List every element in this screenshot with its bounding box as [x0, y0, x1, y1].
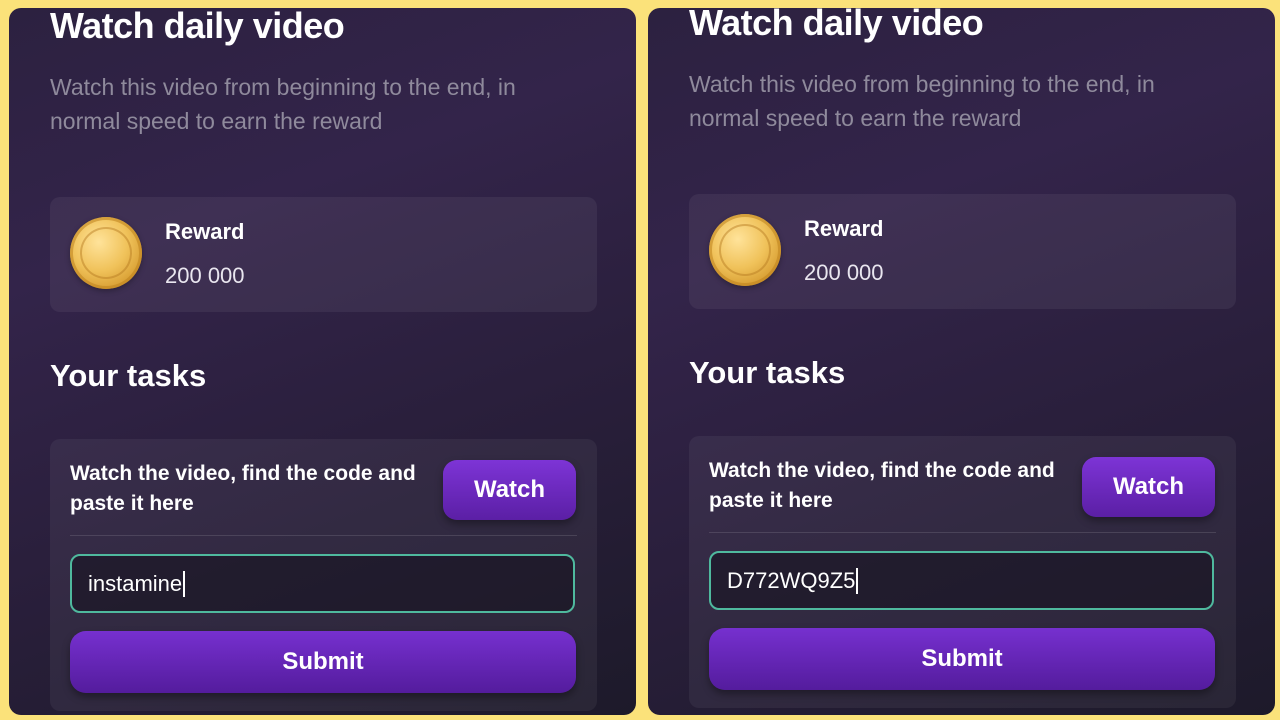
submit-button[interactable]: Submit	[709, 628, 1215, 690]
task-card: Watch the video, find the code and paste…	[50, 439, 597, 711]
text-caret	[856, 567, 859, 594]
gold-coin-icon	[709, 214, 781, 286]
reward-label: Reward	[804, 216, 884, 241]
text-caret	[183, 570, 186, 597]
code-input-value: instamine	[88, 570, 183, 596]
task-panel-right: Watch daily video Watch this video from …	[648, 8, 1275, 715]
divider	[70, 535, 577, 536]
reward-card: Reward 200 000	[50, 197, 597, 312]
reward-amount: 200 000	[165, 263, 245, 288]
page-title: Watch daily video	[689, 8, 984, 43]
task-instruction: Watch the video, find the code and paste…	[709, 459, 1055, 512]
code-input[interactable]: instamine	[70, 554, 575, 613]
code-input[interactable]: D772WQ9Z5	[709, 551, 1214, 610]
reward-amount: 200 000	[804, 260, 884, 285]
code-input-value: D772WQ9Z5	[727, 567, 856, 593]
watch-button[interactable]: Watch	[1082, 457, 1215, 517]
page-description: Watch this video from beginning to the e…	[689, 71, 1155, 131]
reward-label: Reward	[165, 219, 245, 244]
task-instruction: Watch the video, find the code and paste…	[70, 462, 416, 515]
page-description: Watch this video from beginning to the e…	[50, 74, 516, 134]
gold-coin-icon	[70, 217, 142, 289]
submit-button[interactable]: Submit	[70, 631, 576, 693]
tasks-heading: Your tasks	[689, 355, 846, 390]
task-card: Watch the video, find the code and paste…	[689, 436, 1236, 708]
watch-button[interactable]: Watch	[443, 460, 576, 520]
reward-card: Reward 200 000	[689, 194, 1236, 309]
divider	[709, 532, 1216, 533]
page-title: Watch daily video	[50, 8, 345, 46]
tasks-heading: Your tasks	[50, 358, 207, 393]
task-panel-left: Watch daily video Watch this video from …	[9, 8, 636, 715]
